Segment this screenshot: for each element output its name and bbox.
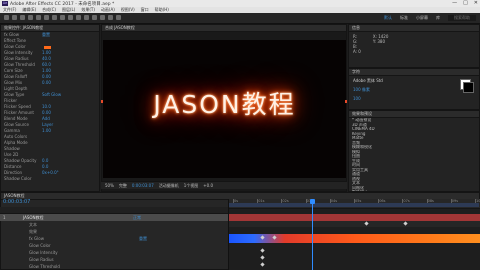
layer-column-header xyxy=(0,207,228,214)
glow-intensity-graph[interactable] xyxy=(229,234,480,243)
effect-controls-panel: 效果控件: JASON教程 fx Glow 重置 Effect Tone Glow C… xyxy=(0,24,100,192)
layer-name: JASON教程 xyxy=(23,214,44,220)
work-area-bar[interactable] xyxy=(229,203,479,207)
camera-select[interactable]: 活动摄像机 xyxy=(159,183,179,189)
layer-row[interactable]: Glow Threshold xyxy=(0,263,228,270)
eraser-tool-icon[interactable] xyxy=(100,15,105,20)
keyframe[interactable] xyxy=(260,255,265,260)
effects-presets-panel: 效果和预设 * 动画预设 3D 声道 CINEMA 4D Keying Matte 音频模… xyxy=(348,110,480,192)
tools-bar: 默认 标准 小屏幕 库 搜索帮助 xyxy=(0,13,480,24)
workspace-small-screen[interactable]: 小屏幕 xyxy=(416,15,428,21)
color-swatch[interactable] xyxy=(44,45,51,49)
layer-row[interactable]: 效果 xyxy=(0,228,228,235)
zoom-tool-icon[interactable] xyxy=(28,15,33,20)
property-value[interactable]: Soft Glow xyxy=(42,92,61,98)
stroke-color-swatch[interactable] xyxy=(463,82,474,93)
info-panel: 信息 R: G: B: A: 0 X: 1420 Y: 380 xyxy=(348,24,480,68)
camera-tool-icon[interactable] xyxy=(44,15,49,20)
keyframe[interactable] xyxy=(260,262,265,267)
layer-name: Glow Radius xyxy=(29,256,54,262)
composition-canvas[interactable]: JASON教程 xyxy=(103,40,346,178)
layer-name: fx Glow xyxy=(29,235,44,241)
layer-row[interactable]: Glow Radius xyxy=(0,256,228,263)
layer-track-bar[interactable] xyxy=(229,214,480,221)
resolution-select[interactable]: 完整 xyxy=(119,183,127,189)
zoom-level-select[interactable]: 50% xyxy=(105,183,114,188)
layer-name: Glow Color xyxy=(29,242,51,248)
maximize-button[interactable]: □ xyxy=(463,0,468,6)
left-edge-marker xyxy=(101,100,103,103)
right-edge-marker xyxy=(345,100,347,103)
ae-logo: Ae xyxy=(2,1,8,6)
layer-list: 1 JASON教程 正常文本 效果 fx Glow 重置 Glow Color Glow In… xyxy=(0,214,228,270)
effects-list: * 动画预设 3D 声道 CINEMA 4D Keying Matte 音频 模糊和锐化 模拟… xyxy=(349,118,479,191)
layer-name: 效果 xyxy=(29,228,37,234)
character-tab[interactable]: 字符 xyxy=(349,69,479,76)
text-track xyxy=(229,221,480,227)
workspace-standard[interactable]: 标准 xyxy=(400,15,408,21)
layer-name: Glow Threshold xyxy=(29,263,60,269)
roto-brush-tool-icon[interactable] xyxy=(108,15,113,20)
effect-rows: fx Glow 重置 Effect Tone Glow Color Glow Inten… xyxy=(1,32,99,182)
title-bar: Ae Adobe After Effects CC 2017 - 未命名项目.a… xyxy=(0,0,480,7)
composition-view-bar: 50% 完整 0:00:03:07 活动摄像机 1个视图 +0.0 xyxy=(101,181,347,189)
workspace-libraries[interactable]: 库 xyxy=(436,15,440,21)
playhead-handle[interactable] xyxy=(310,199,316,204)
neon-title-text: JASON教程 xyxy=(153,90,296,119)
property-value[interactable]: 0.00 xyxy=(42,80,51,86)
selection-tool-icon[interactable] xyxy=(12,15,17,20)
close-button[interactable]: ✕ xyxy=(474,0,478,6)
view-layout-select[interactable]: 1个视图 xyxy=(184,183,199,189)
layer-row[interactable]: 文本 xyxy=(0,221,228,228)
home-icon[interactable] xyxy=(4,15,9,20)
info-a: A: 0 xyxy=(353,49,361,54)
exposure-value[interactable]: +0.0 xyxy=(203,183,213,188)
puppet-tool-icon[interactable] xyxy=(116,15,121,20)
rotate-tool-icon[interactable] xyxy=(36,15,41,20)
layer-row[interactable]: 1 JASON教程 正常 xyxy=(0,214,228,221)
property-value[interactable]: 重置 xyxy=(42,32,50,38)
brush-tool-icon[interactable] xyxy=(84,15,89,20)
effects-presets-tab[interactable]: 效果和预设 xyxy=(349,111,479,118)
effect-controls-tab[interactable]: 效果控件: JASON教程 xyxy=(1,25,99,32)
search-help-input[interactable]: 搜索帮助 xyxy=(448,15,476,21)
layer-row[interactable]: fx Glow 重置 xyxy=(0,235,228,242)
composition-tab[interactable]: 合成 JASON教程 xyxy=(102,25,346,32)
pen-tool-icon[interactable] xyxy=(68,15,73,20)
font-size-field[interactable]: 100 像素 xyxy=(353,87,475,93)
layer-mode[interactable]: 正常 xyxy=(133,215,141,221)
layer-name: 文本 xyxy=(29,221,37,227)
layer-row[interactable]: Glow Color xyxy=(0,242,228,249)
shape-tool-icon[interactable] xyxy=(60,15,65,20)
window-controls: — □ ✕ xyxy=(452,0,478,6)
keyframe[interactable] xyxy=(260,248,265,253)
clone-tool-icon[interactable] xyxy=(92,15,97,20)
layer-number: 1 xyxy=(3,214,6,220)
current-time-display[interactable]: 0:00:03:07 xyxy=(132,183,154,188)
playhead[interactable] xyxy=(312,199,314,270)
character-panel: 字符 Adobe 黑体 Std 100 像素 100 xyxy=(348,68,480,110)
timeline-timecode[interactable]: 0:00:03:07 xyxy=(3,199,30,205)
property-value[interactable]: 1.00 xyxy=(42,128,51,134)
tracking-field[interactable]: 100 xyxy=(353,96,475,101)
layer-mode[interactable]: 重置 xyxy=(139,236,147,242)
timeline-track-area[interactable]: 0s01s02s03s04s05s06s07s08s09s10s xyxy=(228,199,480,270)
layer-row[interactable]: Glow Intensity xyxy=(0,249,228,256)
property-name: Shadow Color xyxy=(4,176,32,181)
property-value[interactable]: 0x+0.0° xyxy=(42,170,59,176)
type-tool-icon[interactable] xyxy=(76,15,81,20)
workspace-default[interactable]: 默认 xyxy=(384,15,392,21)
font-family-select[interactable]: Adobe 黑体 Std xyxy=(353,78,475,84)
layer-name: Glow Intensity xyxy=(29,249,58,255)
pan-behind-tool-icon[interactable] xyxy=(52,15,57,20)
workspace-switcher: 默认 标准 小屏幕 库 搜索帮助 xyxy=(384,15,476,21)
info-tab[interactable]: 信息 xyxy=(349,25,479,32)
hand-tool-icon[interactable] xyxy=(20,15,25,20)
effect-property-row[interactable]: Shadow Color xyxy=(1,176,99,182)
minimize-button[interactable]: — xyxy=(452,0,457,6)
info-y: Y: 380 xyxy=(372,39,386,44)
